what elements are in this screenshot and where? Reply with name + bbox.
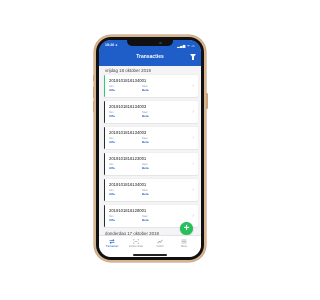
transaction-card[interactable]: 2019101816123001 Van Alfa Naar Beta › [104, 153, 198, 175]
status-indicator [104, 101, 106, 123]
transfer-icon [109, 239, 115, 244]
from-value: Alfa [109, 166, 115, 170]
nav-label: Transacties [105, 245, 119, 248]
nav-label: Menu [180, 245, 188, 248]
status-indicator [104, 179, 106, 201]
phone-bezel: 15:26 ◂ ▂▄▆ ᯤ ▭ Transacties vrijdag 18 o… [96, 37, 204, 260]
status-indicator [104, 127, 106, 149]
chevron-right-icon: › [192, 83, 194, 89]
home-indicator[interactable] [133, 254, 167, 256]
chevron-right-icon: › [192, 135, 194, 141]
nav-item-inzicht[interactable]: Inzicht [148, 239, 172, 248]
transaction-id: 2019101816134003 [109, 130, 147, 135]
from-value: Alfa [109, 218, 115, 222]
from-value: Alfa [109, 140, 115, 144]
nav-item-transacties[interactable]: Transacties [100, 239, 124, 248]
transaction-card[interactable]: 2019101816134001 Van Alfa Naar Beta › [104, 75, 198, 97]
volume-down-button [92, 101, 94, 112]
to-value: Beta [142, 218, 149, 222]
chevron-right-icon: › [192, 187, 194, 193]
notch [127, 40, 173, 46]
menu-icon [181, 239, 187, 244]
to-value: Beta [142, 140, 149, 144]
from-value: Alfa [109, 114, 115, 118]
chevron-right-icon: › [192, 213, 194, 219]
app-screen: 15:26 ◂ ▂▄▆ ᯤ ▭ Transacties vrijdag 18 o… [99, 40, 201, 257]
add-transaction-button[interactable]: + [180, 222, 193, 235]
nav-label: Invoice Scan [128, 245, 144, 248]
transaction-id: 2019101816123001 [109, 156, 147, 161]
transaction-id: 2019101816134003 [109, 104, 147, 109]
status-indicator [104, 205, 106, 227]
nav-item-invoice-scan[interactable]: Invoice Scan [124, 239, 148, 248]
from-value: Alfa [109, 88, 115, 92]
to-value: Beta [142, 192, 149, 196]
camera-icon [159, 41, 162, 45]
filter-icon[interactable] [190, 53, 196, 60]
bottom-nav: Transacties Invoice Scan Inzicht Menu [99, 235, 201, 257]
status-indicator [104, 153, 106, 175]
power-button [206, 93, 208, 109]
transaction-card[interactable]: 2019101816134003 Van Alfa Naar Beta › [104, 127, 198, 149]
transaction-id: 2019101816128001 [109, 208, 147, 213]
transaction-id: 2019101816134001 [109, 78, 147, 83]
nav-label: Inzicht [156, 245, 164, 248]
status-icons: ▂▄▆ ᯤ ▭ [177, 44, 195, 48]
chart-icon [157, 239, 163, 244]
from-value: Alfa [109, 192, 115, 196]
date-header: vrijdag 18 oktober 2019 [105, 68, 151, 73]
app-header: 15:26 ◂ ▂▄▆ ᯤ ▭ Transacties [99, 40, 201, 66]
status-indicator [104, 75, 106, 97]
to-value: Beta [142, 166, 149, 170]
chevron-right-icon: › [192, 109, 194, 115]
status-time: 15:26 ◂ [105, 43, 117, 47]
to-value: Beta [142, 88, 149, 92]
scan-icon [133, 239, 139, 244]
transaction-card[interactable]: 2019101816134003 Van Alfa Naar Beta › [104, 101, 198, 123]
transaction-id: 2019101816134001 [109, 182, 147, 187]
phone-frame: 15:26 ◂ ▂▄▆ ᯤ ▭ Transacties vrijdag 18 o… [92, 35, 208, 262]
to-value: Beta [142, 114, 149, 118]
page-title: Transacties [136, 54, 164, 60]
chevron-right-icon: › [192, 161, 194, 167]
silent-switch [92, 75, 94, 81]
volume-up-button [92, 87, 94, 98]
nav-item-menu[interactable]: Menu [172, 239, 196, 248]
transaction-card[interactable]: 2019101816134001 Van Alfa Naar Beta › [104, 179, 198, 201]
